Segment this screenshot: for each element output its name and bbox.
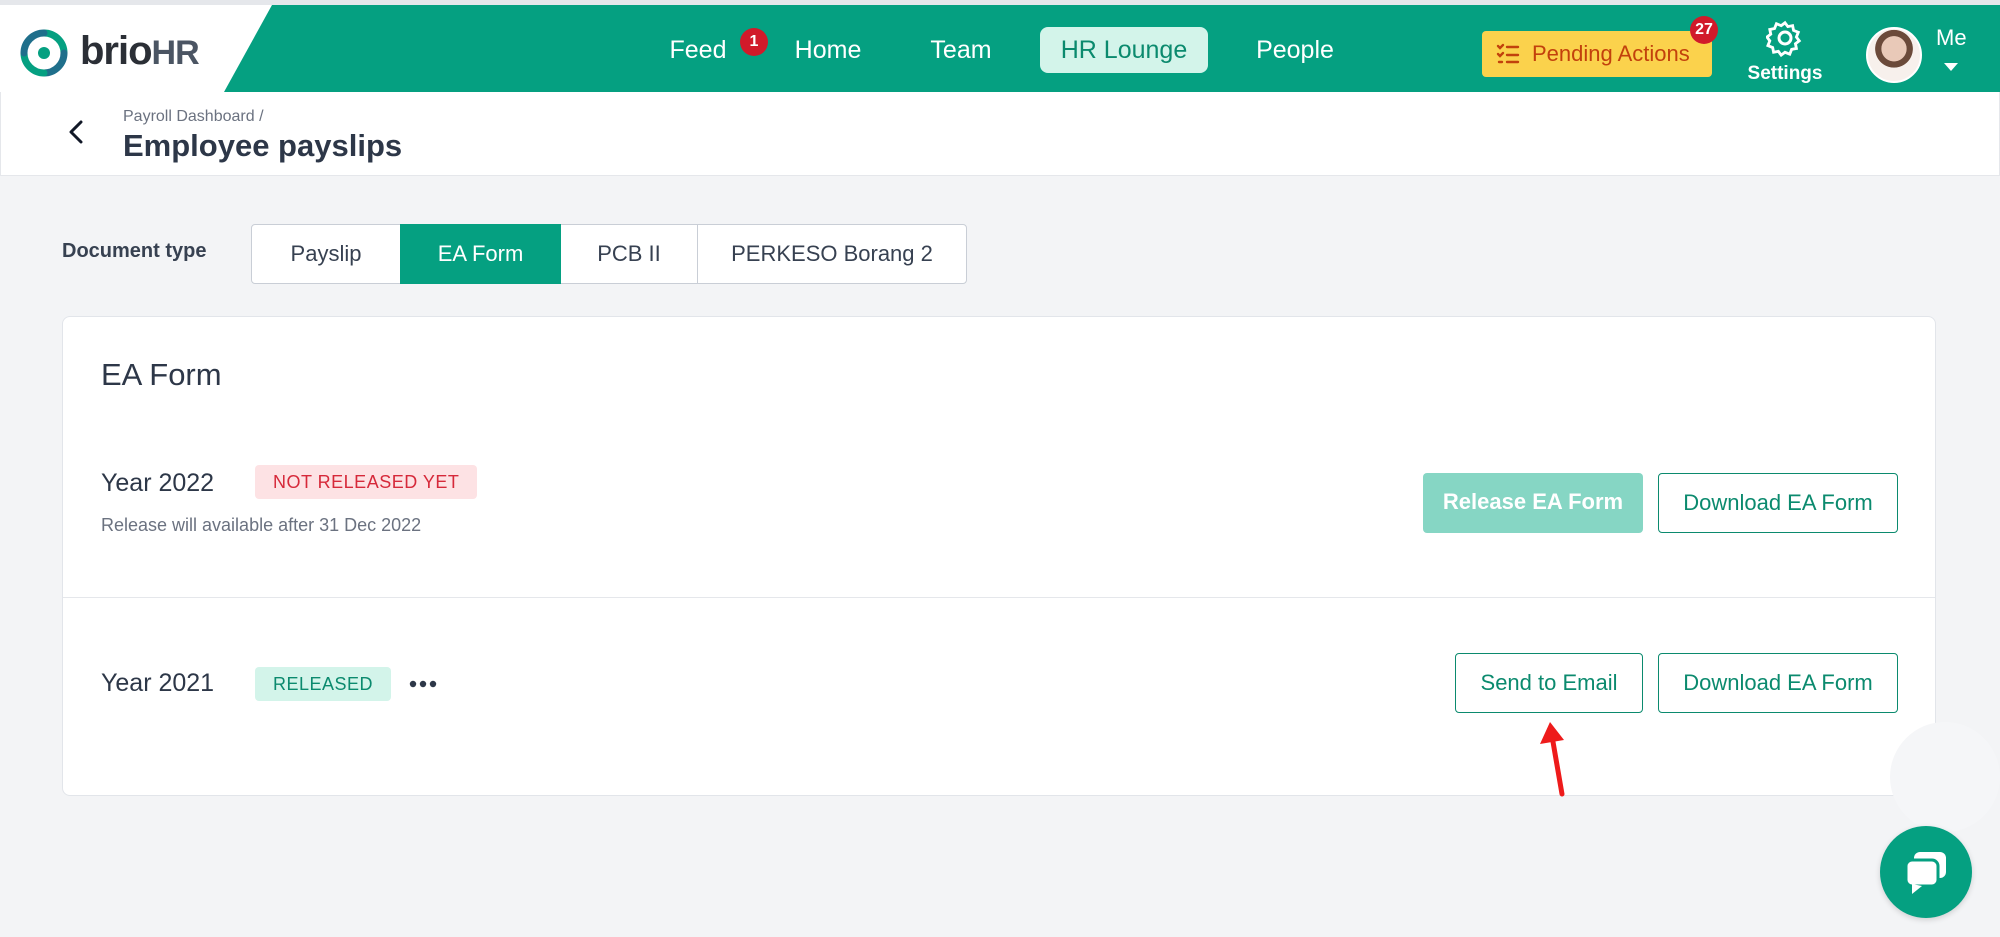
pending-actions-button[interactable]: Pending Actions	[1482, 31, 1712, 77]
user-menu-label[interactable]: Me	[1936, 25, 1967, 51]
chat-bubble-icon	[1904, 852, 1946, 894]
settings-button[interactable]: Settings	[1740, 19, 1830, 89]
more-options-icon[interactable]	[408, 679, 438, 689]
year-label-2022: Year 2022	[101, 469, 215, 497]
tab-perkeso-borang-2[interactable]: PERKESO Borang 2	[697, 224, 967, 284]
nav-item-people[interactable]: People	[1254, 27, 1336, 73]
status-badge-released: RELEASED	[255, 667, 392, 701]
pending-actions-badge: 27	[1690, 16, 1718, 44]
download-ea-form-button-2022[interactable]: Download EA Form	[1658, 473, 1898, 533]
download-ea-form-button-2021[interactable]: Download EA Form	[1658, 653, 1898, 713]
page-header: Payroll Dashboard / Employee payslips	[0, 92, 2000, 176]
release-note: Release will available after 31 Dec 2022	[101, 515, 422, 535]
floating-helper-circle[interactable]	[1890, 722, 2000, 832]
document-type-label: Document type	[62, 240, 207, 262]
breadcrumb[interactable]: Payroll Dashboard /	[123, 108, 264, 126]
annotation-arrow-icon	[1540, 722, 1565, 797]
page-title: Employee payslips	[123, 128, 403, 163]
nav-item-feed[interactable]: Feed	[668, 27, 728, 73]
user-avatar[interactable]	[1866, 27, 1922, 83]
card-title: EA Form	[101, 357, 222, 392]
year-label-2021: Year 2021	[101, 669, 215, 697]
tab-pcb-ii[interactable]: PCB II	[560, 224, 698, 284]
status-badge-not-released: NOT RELEASED YET	[255, 465, 478, 499]
back-arrow-icon[interactable]	[61, 116, 93, 148]
release-ea-form-button[interactable]: Release EA Form	[1423, 473, 1643, 533]
ea-form-card: EA Form Year 2022 NOT RELEASED YET Relea…	[62, 316, 1936, 796]
nav-item-team[interactable]: Team	[928, 27, 994, 73]
chevron-down-icon[interactable]	[1944, 63, 1958, 71]
gear-icon	[1766, 20, 1802, 57]
checklist-icon	[1496, 43, 1520, 64]
nav-item-home[interactable]: Home	[792, 27, 864, 73]
main-nav: Feed 1 Home Team HR Lounge People Pendin…	[0, 5, 2000, 92]
chat-launcher-button[interactable]	[1880, 826, 1972, 918]
settings-label: Settings	[1747, 63, 1823, 84]
document-type-tabs: Payslip EA Form PCB II PERKESO Borang 2	[251, 224, 967, 284]
row-divider	[63, 597, 1935, 598]
tab-ea-form[interactable]: EA Form	[400, 224, 561, 284]
tab-payslip[interactable]: Payslip	[251, 224, 401, 284]
nav-item-hr-lounge[interactable]: HR Lounge	[1040, 27, 1208, 73]
send-to-email-button[interactable]: Send to Email	[1455, 653, 1643, 713]
pending-actions-label: Pending Actions	[1532, 41, 1690, 66]
feed-badge: 1	[740, 28, 768, 56]
